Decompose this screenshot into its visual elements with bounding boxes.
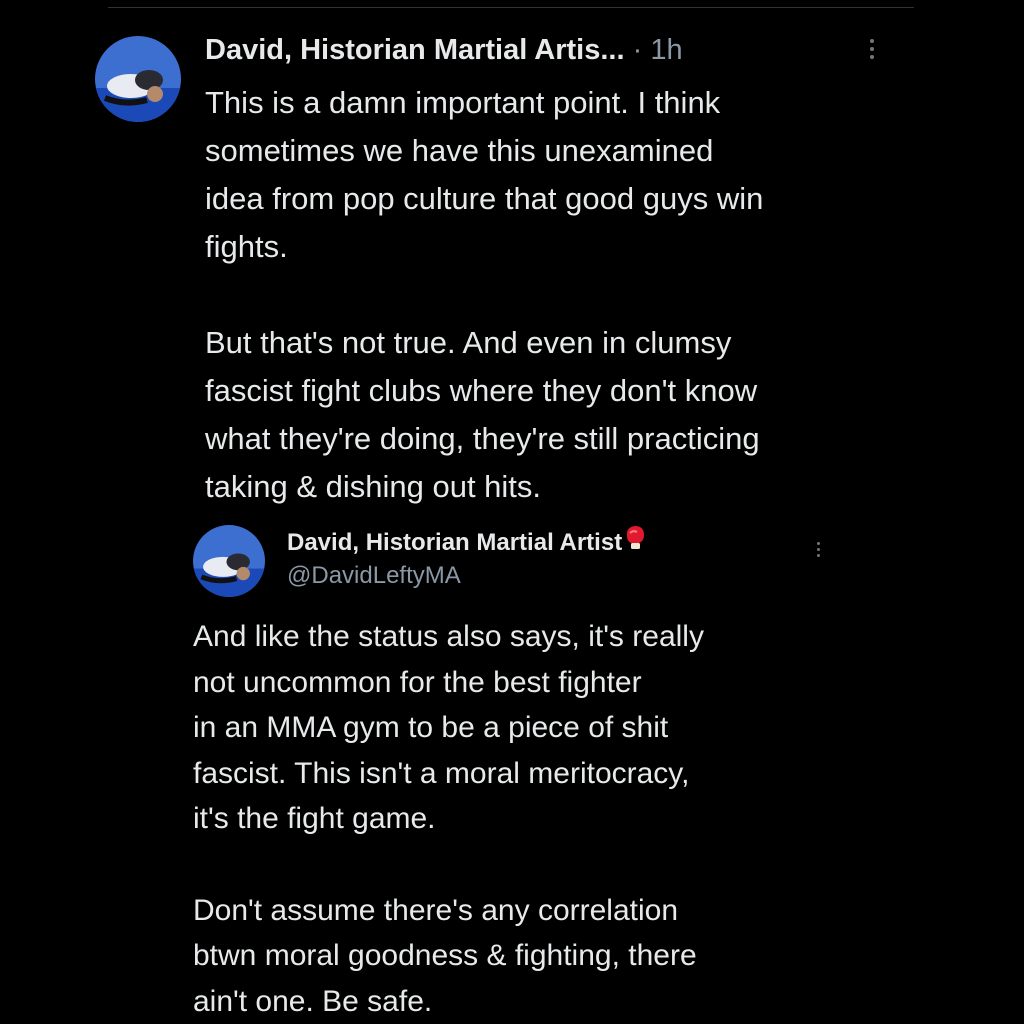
reply-timestamp[interactable]: 1h — [650, 34, 682, 66]
quoted-more-icon[interactable] — [812, 542, 824, 557]
reply-separator: · — [632, 34, 643, 66]
quoted-text-line — [193, 842, 704, 888]
quoted-text-line: it's the fight game. — [193, 802, 436, 836]
reply-author-name[interactable]: David, Historian Martial Artis... — [205, 34, 625, 66]
quoted-author-name[interactable]: David, Historian Martial Artist — [287, 529, 622, 556]
reply-text-line: But that's not true. And even in clumsy — [205, 325, 732, 360]
reply-text-line: idea from pop culture that good guys win — [205, 181, 764, 216]
avatar-photo — [193, 525, 265, 597]
quoted-text-line: fascist. This isn't a moral meritocracy, — [193, 756, 690, 790]
reply-text-line: sometimes we have this unexamined — [205, 133, 714, 168]
reply-header: David, Historian Martial Artis... · 1h — [205, 30, 683, 70]
reply-text-line — [205, 271, 763, 319]
top-divider — [108, 7, 914, 8]
boxing-glove-icon — [624, 524, 646, 561]
quoted-text-line: btwn moral goodness & fighting, there — [193, 939, 697, 973]
quoted-handle[interactable]: @DavidLeftyMA — [287, 560, 461, 592]
avatar-photo — [95, 36, 181, 122]
quoted-text-line: And like the status also says, it's real… — [193, 620, 704, 653]
quoted-text-line: not uncommon for the best fighter — [193, 665, 642, 699]
reply-text-line: fights. — [205, 229, 288, 264]
reply-text-line: taking & dishing out hits. — [205, 469, 542, 504]
quoted-text-line: Don't assume there's any correlation — [193, 893, 679, 927]
reply-text-line: This is a damn important point. I think — [205, 85, 721, 120]
quoted-text-line: ain't one. Be safe. — [193, 984, 433, 1018]
reply-more-icon[interactable] — [866, 39, 878, 59]
quoted-avatar[interactable] — [193, 525, 265, 597]
reply-text-line: what they're doing, they're still practi… — [205, 421, 760, 456]
quoted-header: David, Historian Martial Artist — [287, 524, 646, 561]
reply-text: This is a damn important point. I think … — [205, 79, 763, 511]
quoted-text-line: in an MMA gym to be a piece of shit — [193, 711, 669, 745]
reply-text-line: fascist fight clubs where they don't kno… — [205, 373, 758, 408]
quoted-text: And like the status also says, it's real… — [193, 614, 704, 1024]
reply-avatar[interactable] — [95, 36, 181, 122]
